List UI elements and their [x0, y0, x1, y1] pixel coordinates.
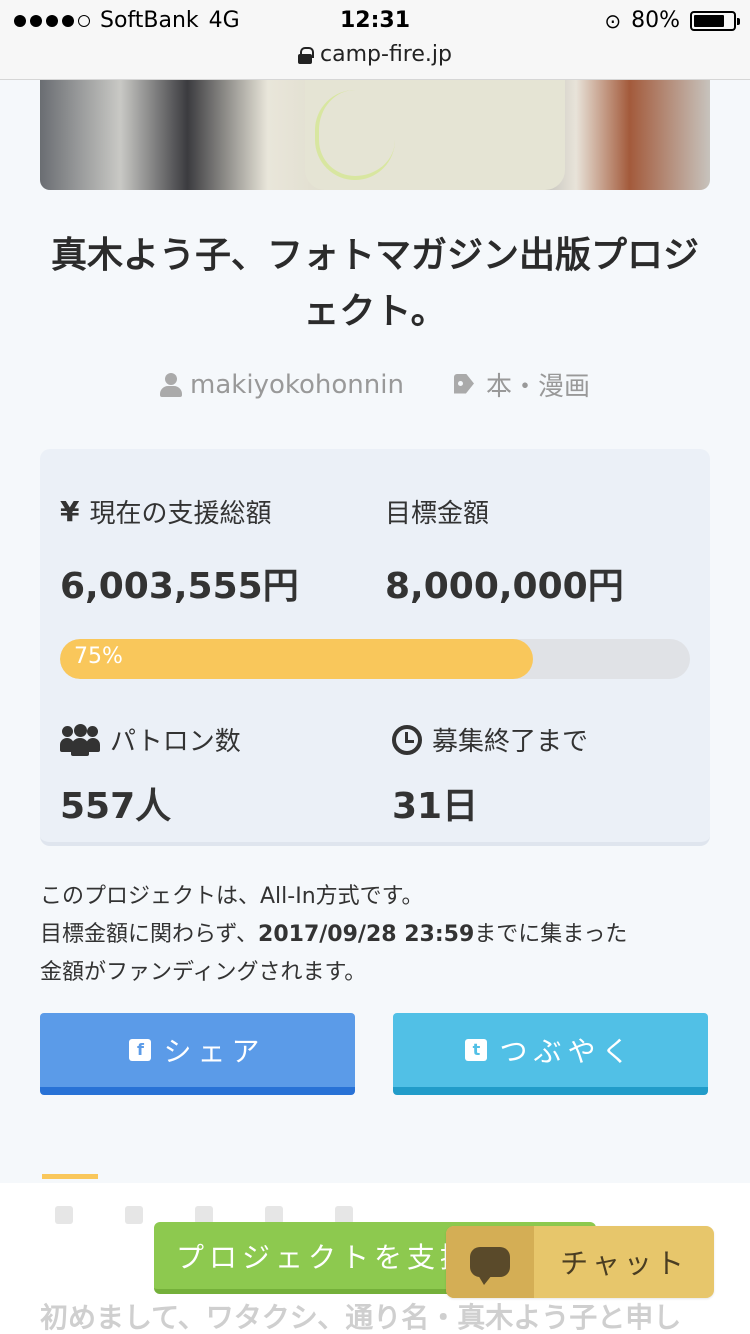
project-meta: makiyokohonnin 本・漫画	[40, 366, 710, 403]
active-tab-indicator	[42, 1174, 98, 1179]
owner-link[interactable]: makiyokohonnin	[160, 366, 404, 403]
remaining-label: 募集終了まで	[392, 721, 588, 758]
remaining-value: 31日	[392, 786, 479, 827]
current-amount-value: 6,003,555円	[60, 566, 299, 607]
battery-percent: 80%	[631, 8, 680, 33]
tab-home-icon[interactable]	[55, 1206, 73, 1224]
facebook-icon: f	[129, 1039, 152, 1061]
project-body-preview: 初めまして、ワタクシ、通り名・真木よう子と申し	[40, 1301, 682, 1334]
address-bar[interactable]: camp-fire.jp	[0, 42, 750, 67]
all-in-notice: このプロジェクトは、All-In方式です。 目標金額に関わらず、2017/09/…	[40, 884, 628, 985]
user-icon	[160, 372, 183, 397]
tag-icon	[454, 374, 478, 396]
twitter-icon: t	[465, 1039, 488, 1061]
progress-fill	[60, 639, 533, 679]
twitter-share-button[interactable]: t つぶやく	[393, 1013, 708, 1095]
patrons-label: パトロン数	[60, 721, 241, 758]
battery-icon	[690, 10, 740, 31]
progress-percent: 75%	[74, 644, 123, 669]
chat-button[interactable]: チャット	[446, 1226, 714, 1298]
project-hero-image	[40, 80, 710, 190]
category-link[interactable]: 本・漫画	[454, 366, 590, 403]
facebook-share-button[interactable]: f シェア	[40, 1013, 355, 1095]
chat-label: チャット	[560, 1247, 688, 1280]
chat-icon	[446, 1226, 534, 1298]
battery-info: ⊙ 80%	[604, 8, 740, 33]
patrons-value: 557人	[60, 786, 172, 827]
yen-icon: ¥	[60, 495, 80, 528]
clock-icon	[392, 724, 422, 755]
category-name: 本・漫画	[485, 372, 590, 402]
current-amount-label: ¥ 現在の支援総額	[60, 495, 272, 529]
project-title: 真木よう子、フォトマガジン出版プロジェクト。	[50, 235, 699, 332]
owner-name: makiyokohonnin	[190, 369, 404, 400]
deadline: 2017/09/28 23:59	[258, 922, 475, 947]
url-text: camp-fire.jp	[320, 42, 452, 67]
people-icon	[60, 723, 100, 756]
lock-icon	[298, 46, 315, 64]
funding-stats-card: ¥ 現在の支援総額 6,003,555円 目標金額 8,000,000円 75%…	[40, 449, 710, 846]
goal-amount-value: 8,000,000円	[385, 566, 624, 607]
funding-progress-bar: 75%	[60, 639, 690, 679]
tab-activity-icon[interactable]	[125, 1206, 143, 1224]
rotation-lock-icon: ⊙	[604, 8, 622, 33]
goal-amount-label: 目標金額	[385, 499, 490, 529]
status-bar: SoftBank 4G 12:31 ⊙ 80% camp-fire.jp	[0, 0, 750, 80]
